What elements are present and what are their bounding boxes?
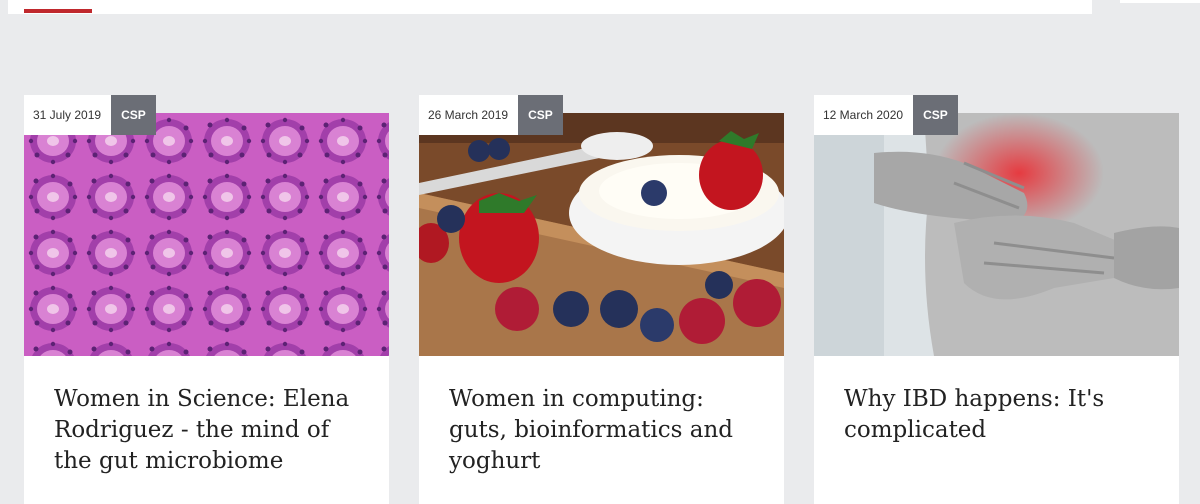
article-card[interactable]: 31 July 2019 CSP Women in Science: Elena…: [24, 95, 389, 504]
publish-date: 31 July 2019: [24, 95, 112, 135]
abdominal-pain-image[interactable]: [814, 113, 1179, 356]
active-tab-indicator: [24, 9, 92, 13]
card-meta: 12 March 2020 CSP: [814, 95, 958, 135]
publish-date: 12 March 2020: [814, 95, 914, 135]
top-right-control[interactable]: [1120, 0, 1200, 3]
article-title[interactable]: Why IBD happens: It's complicated: [844, 384, 1154, 446]
card-meta: 31 July 2019 CSP: [24, 95, 156, 135]
publish-date: 26 March 2019: [419, 95, 519, 135]
card-body: Women in Science: Elena Rodriguez - the …: [24, 356, 389, 504]
category-tag[interactable]: CSP: [913, 95, 958, 135]
card-body: Women in computing: guts, bioinformatics…: [419, 356, 784, 504]
category-tag[interactable]: CSP: [111, 95, 156, 135]
article-title[interactable]: Women in Science: Elena Rodriguez - the …: [54, 384, 364, 477]
article-title[interactable]: Women in computing: guts, bioinformatics…: [449, 384, 759, 477]
category-tag[interactable]: CSP: [518, 95, 563, 135]
yoghurt-berries-image[interactable]: [419, 113, 784, 356]
top-bar: [8, 0, 1092, 14]
article-card[interactable]: 26 March 2019 CSP Women in computing: gu…: [419, 95, 784, 504]
article-card[interactable]: 12 March 2020 CSP Why IBD happens: It's …: [814, 95, 1179, 504]
histology-tissue-image[interactable]: [24, 113, 389, 356]
card-meta: 26 March 2019 CSP: [419, 95, 563, 135]
card-body: Why IBD happens: It's complicated: [814, 356, 1179, 504]
